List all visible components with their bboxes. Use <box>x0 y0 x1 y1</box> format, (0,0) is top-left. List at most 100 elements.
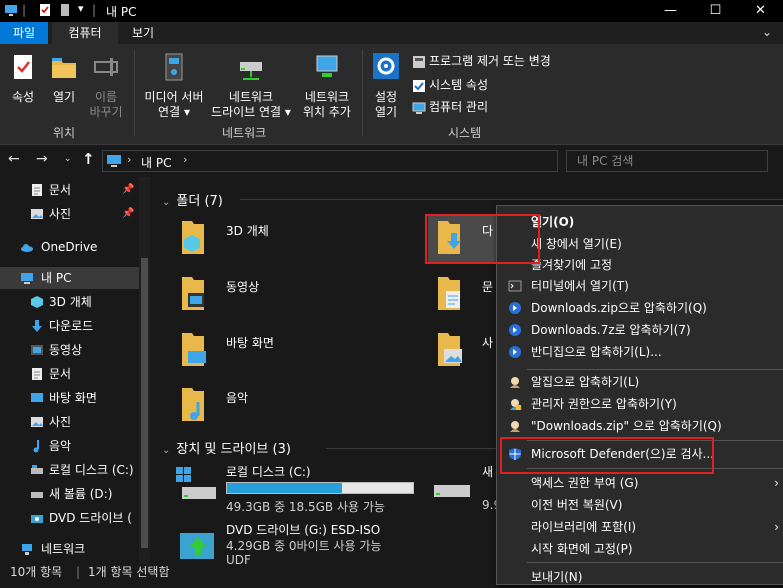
nav-item-documents-pinned[interactable]: 문서 📌 <box>0 179 140 201</box>
nav-item-label: 사진 <box>49 207 72 221</box>
submenu-arrow-icon: › <box>774 520 779 534</box>
terminal-icon <box>508 280 522 292</box>
breadcrumb-chevron-icon[interactable]: › <box>183 153 187 166</box>
menu-item-give-access[interactable]: 액세스 권한 부여 (G) › <box>497 472 783 494</box>
nav-item-label: 내 PC <box>41 271 72 285</box>
menu-item-compress-zip[interactable]: Downloads.zip으로 압축하기(Q) <box>497 297 783 319</box>
bandizip-icon <box>509 346 521 358</box>
menu-item-include-library[interactable]: 라이브러리에 포함(I) › <box>497 516 783 538</box>
nav-item-network[interactable]: 네트워크 <box>0 538 140 560</box>
folders-section-header[interactable]: ⌄ 폴더 (7) <box>162 190 223 209</box>
folder-item-music[interactable]: 음악 <box>178 382 358 430</box>
nav-item-documents[interactable]: 문서 <box>0 363 140 385</box>
drive-usage-bar <box>226 482 414 494</box>
selected-count: 1개 항목 선택함 <box>88 565 170 579</box>
tab-file[interactable]: 파일 <box>0 22 48 44</box>
submenu-arrow-icon: › <box>774 476 779 490</box>
pin-icon[interactable]: 📌 <box>122 179 134 201</box>
media-server-icon <box>165 53 183 81</box>
menu-item-compress-alzip[interactable]: 알집으로 압축하기(L) <box>497 371 783 393</box>
collapse-chevron-icon[interactable]: ⌄ <box>162 197 170 208</box>
nav-item-label: 다운로드 <box>49 319 94 333</box>
drive-name: DVD 드라이브 (G:) ESD-ISO <box>226 523 381 537</box>
nav-item-label: 문서 <box>49 367 72 381</box>
recent-locations-icon[interactable]: ⌄ <box>64 154 72 164</box>
menu-item-compress-bandizip[interactable]: 반디집으로 압축하기(L)... <box>497 341 783 363</box>
computer-management-button[interactable]: 컴퓨터 관리 <box>412 98 488 116</box>
nav-item-pictures[interactable]: 사진 <box>0 411 140 433</box>
properties-icon <box>14 55 32 79</box>
open-settings-button[interactable]: 설정 열기 <box>366 52 406 120</box>
new-folder-qa-icon[interactable] <box>58 3 72 17</box>
breadcrumb-chevron-icon[interactable]: › <box>127 153 131 166</box>
map-drive-button[interactable]: 네트워크 드라이브 연결 ▾ <box>208 52 294 120</box>
folder-item-desktop[interactable]: 바탕 화면 <box>178 327 358 375</box>
back-arrow-icon[interactable]: ← <box>8 151 20 167</box>
nav-item-downloads[interactable]: 다운로드 <box>0 315 140 337</box>
separator-icon: | <box>92 3 97 17</box>
nav-item-onedrive[interactable]: OneDrive <box>0 236 140 258</box>
bandizip-icon <box>509 302 521 314</box>
qa-dropdown-icon[interactable]: ▾ <box>78 2 84 15</box>
drive-item-local-disk-c[interactable]: 로컬 디스크 (C:) 49.3GB 중 18.5GB 사용 가능 <box>174 461 424 514</box>
menu-item-open-terminal[interactable]: 터미널에서 열기(T) <box>497 275 783 297</box>
collapse-ribbon-icon[interactable]: ⌄ <box>762 25 772 39</box>
drive-info: 49.3GB 중 18.5GB 사용 가능 <box>226 500 385 514</box>
nav-item-music[interactable]: 음악 <box>0 435 140 457</box>
nav-item-videos[interactable]: 동영상 <box>0 339 140 361</box>
nav-item-3d-objects[interactable]: 3D 개체 <box>0 291 140 313</box>
nav-scrollbar-thumb[interactable] <box>141 258 148 548</box>
menu-item-pin-start[interactable]: 시작 화면에 고정(P) <box>497 538 783 560</box>
title-bar: | ▾ | 내 PC — ☐ ✕ <box>0 0 783 22</box>
collapse-chevron-icon[interactable]: ⌄ <box>162 445 170 456</box>
close-button[interactable]: ✕ <box>738 0 783 22</box>
drive-name: 로컬 디스크 (C:) <box>226 465 311 479</box>
menu-item-restore-versions[interactable]: 이전 버전 복원(V) <box>497 494 783 516</box>
menu-separator <box>527 562 783 563</box>
nav-item-this-pc[interactable]: 내 PC <box>0 267 140 289</box>
up-arrow-icon[interactable]: ↑ <box>82 150 95 168</box>
menu-item-compress-7z[interactable]: Downloads.7z로 압축하기(7) <box>497 319 783 341</box>
drives-section-label: 장치 및 드라이브 (3) <box>176 442 291 457</box>
folder-label: 동영상 <box>226 280 260 294</box>
drive-icon <box>434 485 470 497</box>
folder-item-videos[interactable]: 동영상 <box>178 271 358 319</box>
open-button[interactable]: 열기 <box>46 52 82 105</box>
nav-item-pictures-pinned[interactable]: 사진 📌 <box>0 203 140 225</box>
media-server-button[interactable]: 미디어 서버 연결 ▾ <box>138 52 210 120</box>
system-properties-button[interactable]: 시스템 속성 <box>412 76 488 94</box>
nav-item-dvd-drive[interactable]: DVD 드라이브 ( <box>0 507 140 529</box>
breadcrumb-root[interactable]: 내 PC <box>141 154 171 171</box>
open-settings-label-1: 설정 <box>374 90 398 104</box>
nav-item-label: OneDrive <box>41 240 98 254</box>
search-input[interactable]: 내 PC 검색 <box>566 150 768 172</box>
address-bar[interactable]: › 내 PC › <box>102 150 558 172</box>
uninstall-program-button[interactable]: 프로그램 제거 또는 변경 <box>412 52 551 70</box>
tab-computer[interactable]: 컴퓨터 <box>52 22 118 44</box>
forward-arrow-icon[interactable]: → <box>36 151 48 167</box>
properties-qa-icon[interactable] <box>38 3 52 17</box>
properties-button[interactable]: 속성 <box>6 52 40 105</box>
group-location-label: 위치 <box>53 126 76 140</box>
ribbon-divider <box>134 50 135 136</box>
nav-item-label: 로컬 디스크 (C:) <box>49 463 134 477</box>
menu-item-send-to[interactable]: 보내기(N) <box>497 566 783 588</box>
rename-button[interactable]: 이름 바꾸기 <box>86 52 126 120</box>
tab-view[interactable]: 보기 <box>120 22 166 44</box>
menu-item-label: 터미널에서 열기(T) <box>531 279 629 293</box>
nav-item-desktop[interactable]: 바탕 화면 <box>0 387 140 409</box>
drive-info: 4.29GB 중 0바이트 사용 가능 <box>226 539 382 553</box>
add-network-location-button[interactable]: 네트워크 위치 추가 <box>296 52 358 120</box>
nav-item-new-volume-d[interactable]: 새 볼륨 (D:) <box>0 483 140 505</box>
pin-icon[interactable]: 📌 <box>122 203 134 225</box>
drives-section-header[interactable]: ⌄ 장치 및 드라이브 (3) <box>162 438 291 457</box>
menu-item-compress-named-zip[interactable]: "Downloads.zip" 으로 압축하기(Q) <box>497 415 783 437</box>
folder-item-3d-objects[interactable]: 3D 개체 <box>178 215 358 263</box>
menu-item-compress-admin[interactable]: 관리자 권한으로 압축하기(Y) <box>497 393 783 415</box>
folder-pictures-icon <box>438 333 462 366</box>
nav-item-local-disk-c[interactable]: 로컬 디스크 (C:) <box>0 459 140 481</box>
maximize-button[interactable]: ☐ <box>693 0 738 22</box>
map-drive-label-2: 드라이브 연결 <box>211 105 282 119</box>
minimize-button[interactable]: — <box>648 0 693 22</box>
add-network-location-icon <box>316 55 338 77</box>
